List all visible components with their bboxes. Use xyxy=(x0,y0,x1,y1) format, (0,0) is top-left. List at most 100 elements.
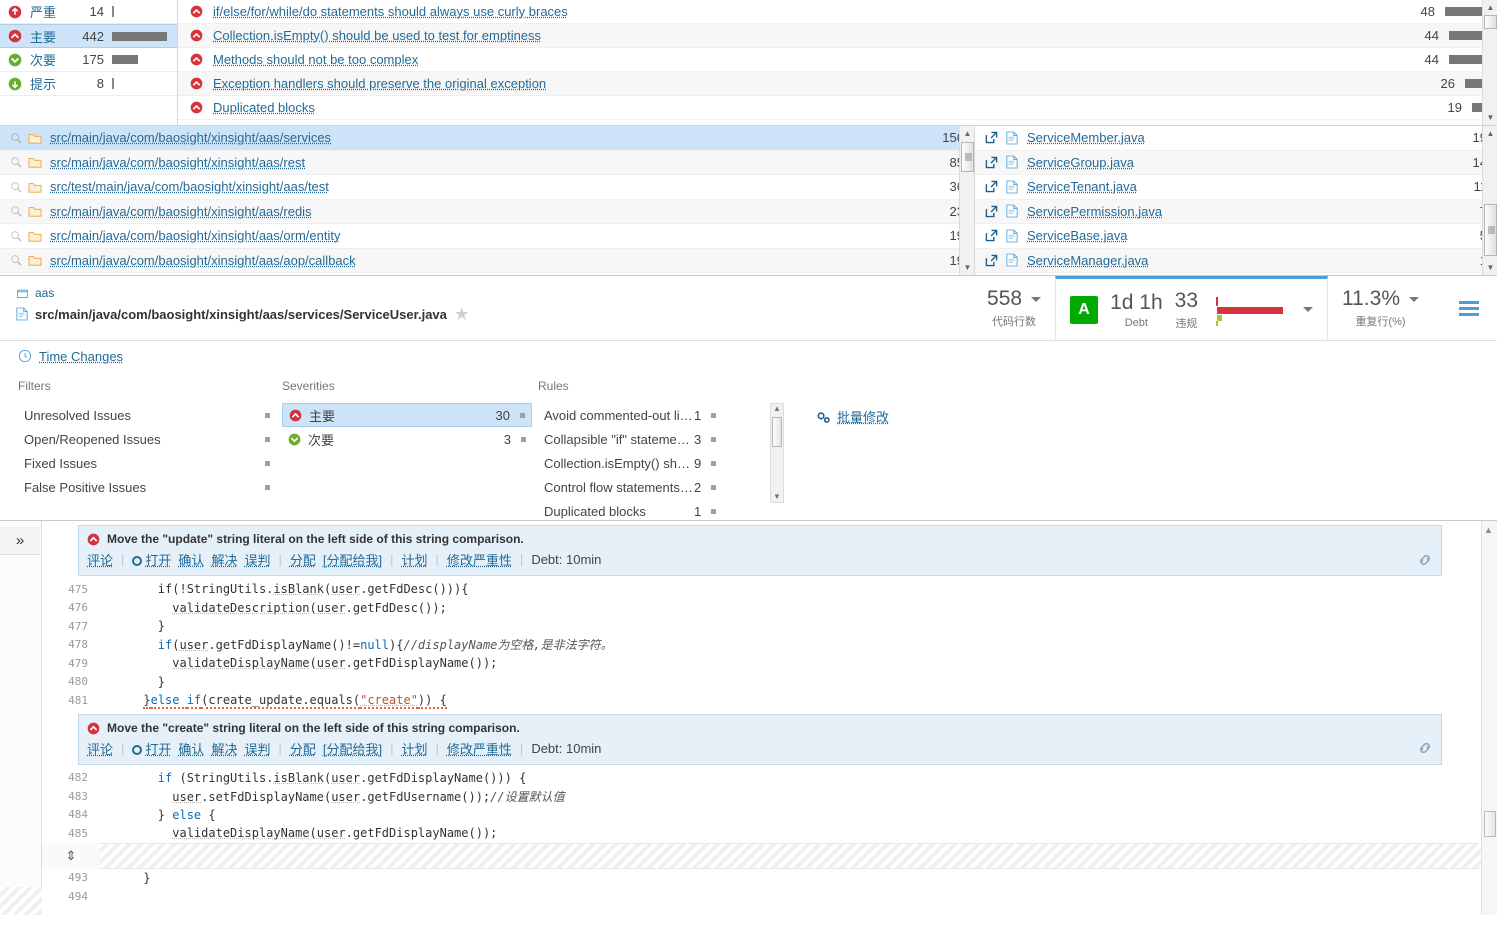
issue-open-link[interactable]: 打开 xyxy=(132,550,171,569)
search-icon[interactable] xyxy=(10,181,22,193)
open-external-icon[interactable] xyxy=(985,180,998,193)
file-row-5[interactable]: ServiceManager.java 1 xyxy=(975,249,1497,274)
file-name[interactable]: ServiceBase.java xyxy=(1027,228,1453,243)
rule-row-3[interactable]: Exception handlers should preserve the o… xyxy=(178,72,1497,96)
scroll-up-icon[interactable]: ▲ xyxy=(960,126,975,141)
file-name[interactable]: ServicePermission.java xyxy=(1027,204,1453,219)
file-name[interactable]: ServiceGroup.java xyxy=(1027,155,1453,170)
issue-resolve-link[interactable]: 解决 xyxy=(211,550,237,569)
view-options-button[interactable] xyxy=(1433,276,1497,340)
line-source[interactable]: validateDescription(user.getFdDesc()); xyxy=(100,601,447,615)
line-source[interactable]: }else if(create_update.equals("create"))… xyxy=(100,693,447,707)
rule-facet-row-2[interactable]: Collection.isEmpty() shoul... 9 xyxy=(538,451,788,475)
line-source[interactable]: } else { xyxy=(100,808,216,822)
permalink-icon[interactable] xyxy=(1417,552,1433,568)
directory-row-4[interactable]: src/main/java/com/baosight/xinsight/aas/… xyxy=(0,224,974,249)
line-source[interactable]: validateDisplayName(user.getFdDisplayNam… xyxy=(100,826,497,840)
directory-path[interactable]: src/main/java/com/baosight/xinsight/aas/… xyxy=(50,130,924,145)
chevron-down-icon[interactable] xyxy=(1303,307,1313,312)
severity-facet-row-1[interactable]: 次要 3 xyxy=(282,427,532,451)
expand-sidebar-button[interactable]: » xyxy=(0,527,40,555)
filter-row-2[interactable]: Fixed Issues xyxy=(18,451,276,475)
directory-row-1[interactable]: src/main/java/com/baosight/xinsight/aas/… xyxy=(0,151,974,176)
issue-confirm-link[interactable]: 确认 xyxy=(178,739,204,758)
search-icon[interactable] xyxy=(10,254,22,266)
directory-row-3[interactable]: src/main/java/com/baosight/xinsight/aas/… xyxy=(0,200,974,225)
line-source[interactable]: } xyxy=(100,619,165,633)
scroll-up-icon[interactable]: ▲ xyxy=(1483,126,1497,141)
scrollbar-thumb[interactable] xyxy=(1484,15,1497,29)
scrollbar-thumb[interactable] xyxy=(1484,204,1497,256)
search-icon[interactable] xyxy=(10,205,22,217)
issue-false-positive-link[interactable]: 误判 xyxy=(244,550,270,569)
issue-comment-link[interactable]: 评论 xyxy=(87,550,113,569)
files-scrollbar[interactable]: ▲ ▼ xyxy=(1482,126,1497,275)
scroll-down-icon[interactable]: ▼ xyxy=(960,260,975,275)
severity-facet-row-0[interactable]: 主要 30 xyxy=(282,403,532,427)
open-external-icon[interactable] xyxy=(985,131,998,144)
issue-change-severity-link[interactable]: 修改严重性 xyxy=(447,550,512,569)
scroll-down-icon[interactable]: ▼ xyxy=(1483,260,1497,275)
chevron-down-icon[interactable] xyxy=(1031,297,1041,302)
search-icon[interactable] xyxy=(10,230,22,242)
hamburger-icon[interactable] xyxy=(1459,301,1479,316)
issue-plan-link[interactable]: 计划 xyxy=(402,550,428,569)
issue-comment-link[interactable]: 评论 xyxy=(87,739,113,758)
rule-name[interactable]: Duplicated blocks xyxy=(213,100,1428,115)
issue-confirm-link[interactable]: 确认 xyxy=(178,550,204,569)
directory-path[interactable]: src/main/java/com/baosight/xinsight/aas/… xyxy=(50,155,924,170)
scroll-up-icon[interactable]: ▲ xyxy=(1483,0,1497,15)
file-row-2[interactable]: ServiceTenant.java 11 xyxy=(975,175,1497,200)
rule-name[interactable]: Collection.isEmpty() should be used to t… xyxy=(213,28,1405,43)
line-source[interactable]: if (StringUtils.isBlank(user.getFdDispla… xyxy=(100,771,526,785)
file-name[interactable]: ServiceMember.java xyxy=(1027,130,1453,145)
rule-name[interactable]: Methods should not be too complex xyxy=(213,52,1405,67)
filter-row-3[interactable]: False Positive Issues xyxy=(18,475,276,499)
rule-row-4[interactable]: Duplicated blocks 19 xyxy=(178,96,1497,120)
metric-ncloc[interactable]: 558 代码行数 xyxy=(973,276,1055,340)
rule-row-1[interactable]: Collection.isEmpty() should be used to t… xyxy=(178,24,1497,48)
directory-path[interactable]: src/main/java/com/baosight/xinsight/aas/… xyxy=(50,204,924,219)
file-path[interactable]: src/main/java/com/baosight/xinsight/aas/… xyxy=(35,307,447,322)
issue-plan-link[interactable]: 计划 xyxy=(402,739,428,758)
line-source[interactable]: } xyxy=(100,675,165,689)
line-source[interactable]: } xyxy=(100,871,151,885)
open-external-icon[interactable] xyxy=(985,205,998,218)
directory-path[interactable]: src/main/java/com/baosight/xinsight/aas/… xyxy=(50,228,924,243)
directory-row-5[interactable]: src/main/java/com/baosight/xinsight/aas/… xyxy=(0,249,974,274)
rule-facet-row-3[interactable]: Control flow statements "if... 2 xyxy=(538,475,788,499)
directory-row-2[interactable]: src/test/main/java/com/baosight/xinsight… xyxy=(0,175,974,200)
open-external-icon[interactable] xyxy=(985,254,998,267)
rules-scrollbar[interactable]: ▲ ▼ xyxy=(1482,0,1497,125)
scrollbar-thumb[interactable] xyxy=(1484,811,1496,837)
issue-assign-link[interactable]: 分配 xyxy=(290,550,316,569)
rule-row-2[interactable]: Methods should not be too complex 44 xyxy=(178,48,1497,72)
rule-facet-row-0[interactable]: Avoid commented-out line... 1 xyxy=(538,403,788,427)
file-row-1[interactable]: ServiceGroup.java 14 xyxy=(975,151,1497,176)
file-row-3[interactable]: ServicePermission.java 7 xyxy=(975,200,1497,225)
project-breadcrumb[interactable]: aas xyxy=(16,286,973,300)
line-source[interactable]: if(user.getFdDisplayName()!=null){//disp… xyxy=(100,636,613,653)
line-source[interactable]: validateDisplayName(user.getFdDisplayNam… xyxy=(100,656,497,670)
rule-facet-row-4[interactable]: Duplicated blocks 1 xyxy=(538,499,788,523)
search-icon[interactable] xyxy=(10,132,22,144)
filter-row-1[interactable]: Open/Reopened Issues xyxy=(18,427,276,451)
issue-assign-link[interactable]: 分配 xyxy=(290,739,316,758)
scroll-down-icon[interactable]: ▼ xyxy=(1483,110,1497,125)
rule-name[interactable]: Exception handlers should preserve the o… xyxy=(213,76,1421,91)
severity-row-3[interactable]: 提示 8 xyxy=(0,72,177,96)
filter-row-0[interactable]: Unresolved Issues xyxy=(18,403,276,427)
file-name[interactable]: ServiceManager.java xyxy=(1027,253,1453,268)
file-row-4[interactable]: ServiceBase.java 5 xyxy=(975,224,1497,249)
line-source[interactable]: if(!StringUtils.isBlank(user.getFdDesc()… xyxy=(100,582,468,596)
file-row-0[interactable]: ServiceMember.java 19 xyxy=(975,126,1497,151)
scrollbar-thumb[interactable] xyxy=(961,142,974,172)
expand-collapsed-lines-row[interactable]: ⇕ xyxy=(42,843,1497,869)
file-name[interactable]: ServiceTenant.java xyxy=(1027,179,1453,194)
issue-open-link[interactable]: 打开 xyxy=(132,739,171,758)
time-changes-link[interactable]: Time Changes xyxy=(39,349,123,364)
issue-card[interactable]: Move the "update" string literal on the … xyxy=(78,525,1442,576)
search-icon[interactable] xyxy=(10,156,22,168)
permalink-icon[interactable] xyxy=(1417,740,1433,756)
open-external-icon[interactable] xyxy=(985,229,998,242)
